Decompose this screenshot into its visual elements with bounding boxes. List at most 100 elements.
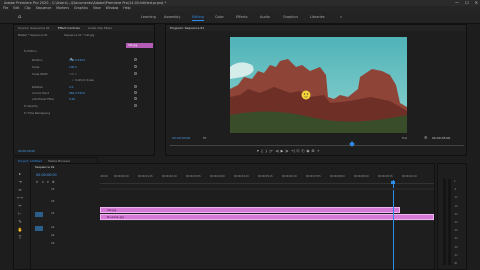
meter-scale-label: -42 <box>454 237 458 241</box>
program-timecode[interactable]: 00:00:00:00 <box>172 136 190 140</box>
track-select-tool-icon[interactable]: ⇥ <box>17 179 23 185</box>
program-scrubber[interactable] <box>170 145 464 146</box>
keyframe-icon[interactable] <box>134 58 137 61</box>
mini-clip[interactable]: Cat.jpg <box>126 43 153 48</box>
home-icon[interactable]: ⌂ <box>18 14 21 20</box>
work-area-bar[interactable] <box>100 188 434 190</box>
tab-program[interactable]: Program: Sequence 01 <box>170 25 204 31</box>
effect-time-remapping[interactable]: fx Time Remapping <box>24 111 50 115</box>
track-a2-label[interactable]: A2 <box>51 234 54 237</box>
hand-tool-icon[interactable]: ✋ <box>17 227 23 233</box>
button-editor-button[interactable]: + <box>317 149 320 156</box>
workspace-graphics[interactable]: Graphics <box>283 15 298 19</box>
timeline-ruler[interactable]: :00:00 00:00:00:20 00:00:01:15 00:00:02:… <box>100 174 434 184</box>
clip-mountain[interactable]: Mountain.jpg <box>100 214 434 220</box>
ruler-tick-label: :00:00 <box>100 175 108 178</box>
track-a3-label[interactable]: A3 <box>51 242 54 245</box>
pen-tool-icon[interactable]: ✎ <box>17 219 23 225</box>
tab-effect-controls[interactable]: Effect Controls <box>58 25 80 31</box>
extract-button[interactable]: ⎗ <box>302 149 305 156</box>
timeline-playhead[interactable] <box>393 180 394 270</box>
workspace-editing[interactable]: Editing <box>192 15 204 21</box>
scale-value[interactable]: 100.0 <box>69 65 77 69</box>
fit-dropdown[interactable]: Fit <box>203 136 207 140</box>
workspace-more-icon[interactable]: » <box>340 15 342 19</box>
workspace-assembly[interactable]: Assembly <box>164 15 180 19</box>
keyframe-icon[interactable] <box>134 65 137 68</box>
lift-button[interactable]: ⎘ <box>297 149 300 156</box>
play-button[interactable]: ▶ <box>281 149 284 156</box>
clip-header: Master * Sequence 01 <box>18 33 48 37</box>
linked-selection-icon[interactable]: ∞ <box>42 180 45 184</box>
workspace-effects[interactable]: Effects <box>236 15 248 19</box>
playhead-handle-icon[interactable] <box>391 181 395 184</box>
scale-width-value[interactable]: 100.0 <box>69 72 77 76</box>
keyframe-icon[interactable] <box>134 91 137 94</box>
mark-out-button[interactable]: } <box>265 149 267 156</box>
source-patch-a1[interactable] <box>35 226 43 231</box>
track-v1-label[interactable]: V1 <box>51 212 54 215</box>
ruler-tick-label: 00:00:06:10 <box>282 175 297 178</box>
workspace-audio[interactable]: Audio <box>260 15 270 19</box>
effect-motion[interactable]: fx Motion <box>24 49 37 53</box>
keyframe-icon[interactable] <box>134 72 137 75</box>
uniform-scale-checkbox[interactable]: ✓ Uniform Scale <box>72 78 94 82</box>
ruler-tick-label: 00:00:00:20 <box>114 175 129 178</box>
mark-in-button[interactable]: { <box>261 149 263 156</box>
ruler-tick-label: 00:00:04:20 <box>234 175 249 178</box>
track-v2-label[interactable]: V2 <box>51 200 54 203</box>
workspace-libraries[interactable]: Libraries <box>310 15 325 19</box>
step-back-button[interactable]: ◂| <box>276 149 279 156</box>
param-scale-width: Scale Width <box>32 72 48 76</box>
keyframe-icon[interactable] <box>134 104 137 107</box>
ruler-tick-label: 00:00:08:20 <box>354 175 369 178</box>
timeline-timecode[interactable]: 00:00:00:00 <box>36 173 57 177</box>
effect-opacity[interactable]: fx Opacity <box>24 104 38 108</box>
antiflicker-value[interactable]: 0.00 <box>69 97 75 101</box>
ruler-tick-label: 00:00:03:05 <box>186 175 201 178</box>
tab-source[interactable]: Source: Sequence 01 <box>18 25 50 31</box>
timeline-settings-icon[interactable]: ⚙ <box>52 180 55 184</box>
program-duration: 00:00:05:00 <box>432 136 451 140</box>
effect-controls-panel: Source: Sequence 01 Effect Controls Audi… <box>13 24 155 156</box>
ruler-tick-label: 00:00:04:00 <box>210 175 225 178</box>
go-to-out-button[interactable]: →| <box>290 149 294 156</box>
track-a1-label[interactable]: A1 <box>51 226 54 229</box>
keyframe-icon[interactable] <box>134 85 137 88</box>
selection-tool-icon[interactable]: ▸ <box>17 171 23 177</box>
type-tool-icon[interactable]: T <box>17 235 23 241</box>
meter-scale-label: -12 <box>454 196 458 200</box>
rolling-edit-tool-icon[interactable]: ⟷ <box>17 195 23 201</box>
track-v3-label[interactable]: V3 <box>51 188 54 191</box>
step-forward-button[interactable]: |▸ <box>285 149 288 156</box>
clip-cat[interactable]: Cat.jpg <box>100 207 400 213</box>
effect-controls-timecode[interactable]: 00:00:00:00 <box>18 149 35 153</box>
snap-icon[interactable]: ⊓ <box>36 180 39 184</box>
razor-tool-icon[interactable]: ✂ <box>17 203 23 209</box>
tab-sequence-01[interactable]: Sequence 01 <box>35 164 55 170</box>
tab-audio-clip-mixer[interactable]: Audio Clip Mixer <box>88 25 112 31</box>
wrench-icon[interactable]: ⚙ <box>424 135 428 140</box>
track-divider <box>100 220 434 221</box>
tools-panel: ▸ ⇥ ⇔ ⟷ ✂ ⊢ ✎ ✋ T <box>13 165 27 270</box>
marker-button[interactable]: ▾ <box>257 149 259 156</box>
meter-scale-label: -30 <box>454 221 458 225</box>
rotation-value[interactable]: 0.0 <box>69 85 73 89</box>
quality-dropdown[interactable]: Full <box>402 136 407 140</box>
workspace-learning[interactable]: Learning <box>141 15 156 19</box>
comparison-view-button[interactable]: ⊞ <box>312 149 315 156</box>
audio-meters: 0 -6 -12 -18 -24 -30 -36 -42 -48 -54 dB <box>437 163 467 270</box>
add-marker-icon[interactable]: ▾ <box>47 180 49 184</box>
keyframe-icon[interactable] <box>134 97 137 100</box>
slip-tool-icon[interactable]: ⊢ <box>17 211 23 217</box>
source-patch-v1[interactable] <box>35 212 43 217</box>
meter-left <box>443 179 446 265</box>
export-frame-button[interactable]: ◉ <box>306 149 309 156</box>
go-to-in-button[interactable]: |← <box>269 149 273 156</box>
workspace-color[interactable]: Color <box>215 15 224 19</box>
program-video-frame[interactable] <box>230 37 407 133</box>
anchor-value[interactable]: 960.0 540.0 <box>69 91 85 95</box>
ripple-edit-tool-icon[interactable]: ⇔ <box>17 187 23 193</box>
meter-scale-label: -48 <box>454 245 458 249</box>
cursor-icon: ↖ <box>70 57 75 63</box>
